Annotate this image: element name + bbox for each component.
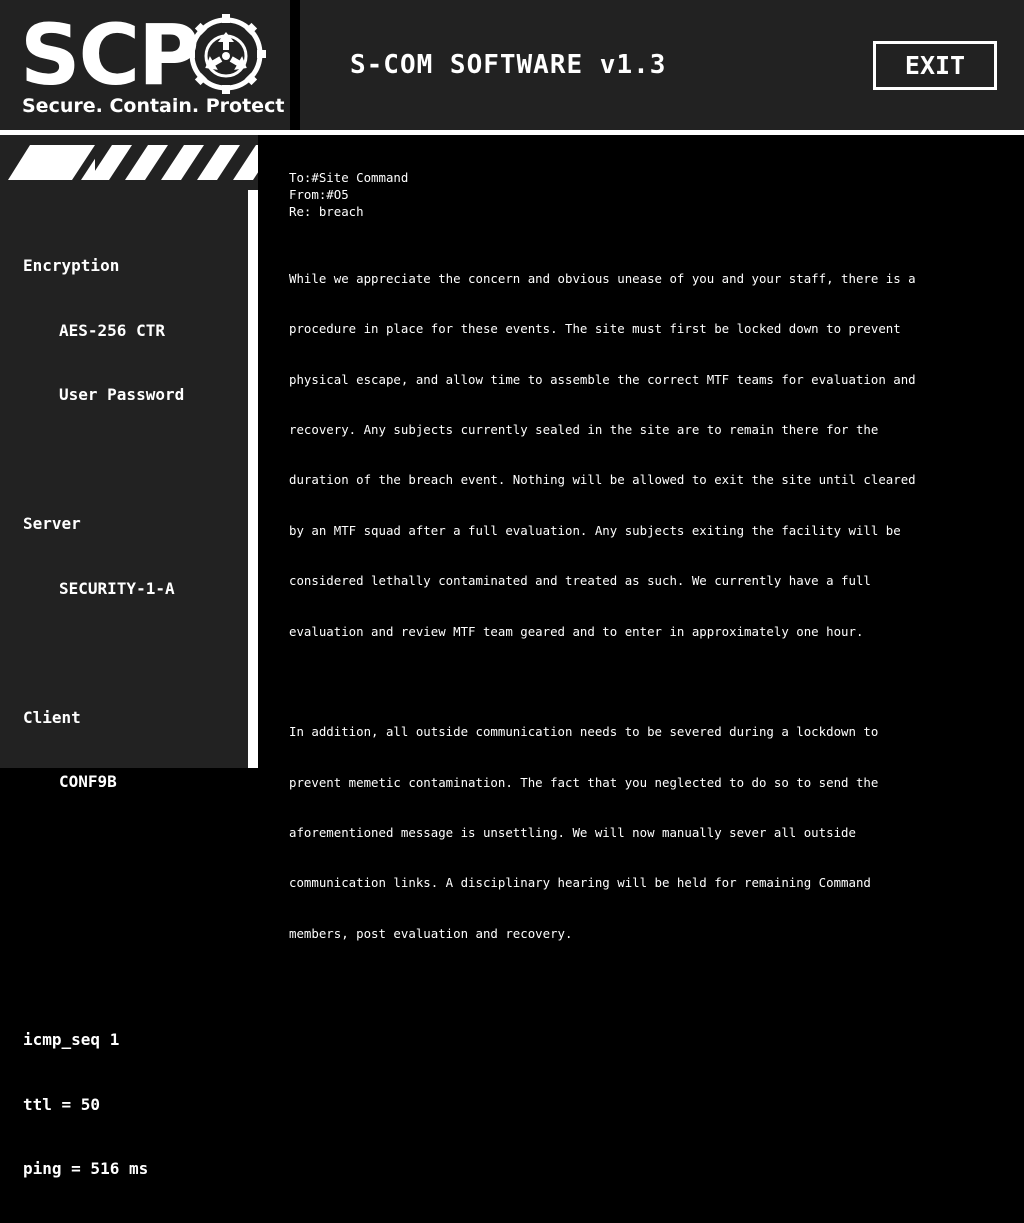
hazard-stripes-graphic (0, 135, 290, 190)
message-line: by an MTF squad after a full evaluation.… (289, 522, 901, 538)
message-paragraph-2: In addition, all outside communication n… (289, 691, 1004, 977)
message-line: In addition, all outside communication n… (289, 724, 879, 740)
message-line: recovery. Any subjects currently sealed … (289, 421, 879, 437)
message-line: physical escape, and allow time to assem… (289, 371, 916, 387)
scp-emblem-icon (186, 14, 266, 94)
client-value: CONF9B (59, 772, 117, 791)
client-label: Client (23, 707, 81, 727)
connection-info: Encryption AES-256 CTR User Password Ser… (23, 212, 184, 1223)
message-from: From:#O5 (289, 186, 349, 202)
message-line: considered lethally contaminated and tre… (289, 573, 871, 589)
message-line: While we appreciate the concern and obvi… (289, 270, 916, 286)
message-line: prevent memetic contamination. The fact … (289, 774, 879, 790)
message-line: communication links. A disciplinary hear… (289, 875, 871, 891)
encryption-label: Encryption (23, 256, 120, 275)
message-paragraph-1: While we appreciate the concern and obvi… (289, 237, 1004, 674)
connection-info-sidebar: Encryption AES-256 CTR User Password Ser… (0, 190, 248, 1178)
server-label: Server (23, 514, 81, 533)
sidebar-divider (248, 190, 258, 768)
message-line: members, post evaluation and recovery. (289, 925, 573, 941)
ping-value: ping = 516 ms (23, 1159, 149, 1178)
message-view: To:#Site Command From:#O5 Re: breach Whi… (258, 135, 1024, 941)
message-to: To:#Site Command (289, 170, 409, 185)
app-title: S-COM SOFTWARE v1.3 (350, 50, 667, 80)
scp-tagline: Secure. Contain. Protect (22, 95, 285, 117)
logo-panel: SCP Secure. Contain. Protect (0, 0, 290, 130)
message-line: procedure in place for these events. The… (289, 321, 901, 337)
icmp-seq: icmp_seq 1 (23, 1030, 120, 1049)
hazard-stripes (0, 135, 290, 190)
message-line: duration of the breach event. Nothing wi… (289, 472, 916, 488)
exit-button[interactable]: EXIT (873, 41, 997, 90)
scp-logo-text: SCP (20, 6, 200, 104)
encryption-auth: User Password (59, 385, 185, 404)
message-line: evaluation and review MTF team geared an… (289, 623, 864, 639)
message-line: aforementioned message is unsettling. We… (289, 825, 856, 841)
server-value: SECURITY-1-A (59, 578, 175, 598)
message-subject: Re: breach (289, 203, 364, 219)
header-panel: S-COM SOFTWARE v1.3 EXIT (300, 0, 1024, 130)
message-body: To:#Site Command From:#O5 Re: breach Whi… (289, 170, 1004, 976)
ttl-value: ttl = 50 (23, 1094, 101, 1114)
encryption-cipher: AES-256 CTR (59, 320, 165, 340)
